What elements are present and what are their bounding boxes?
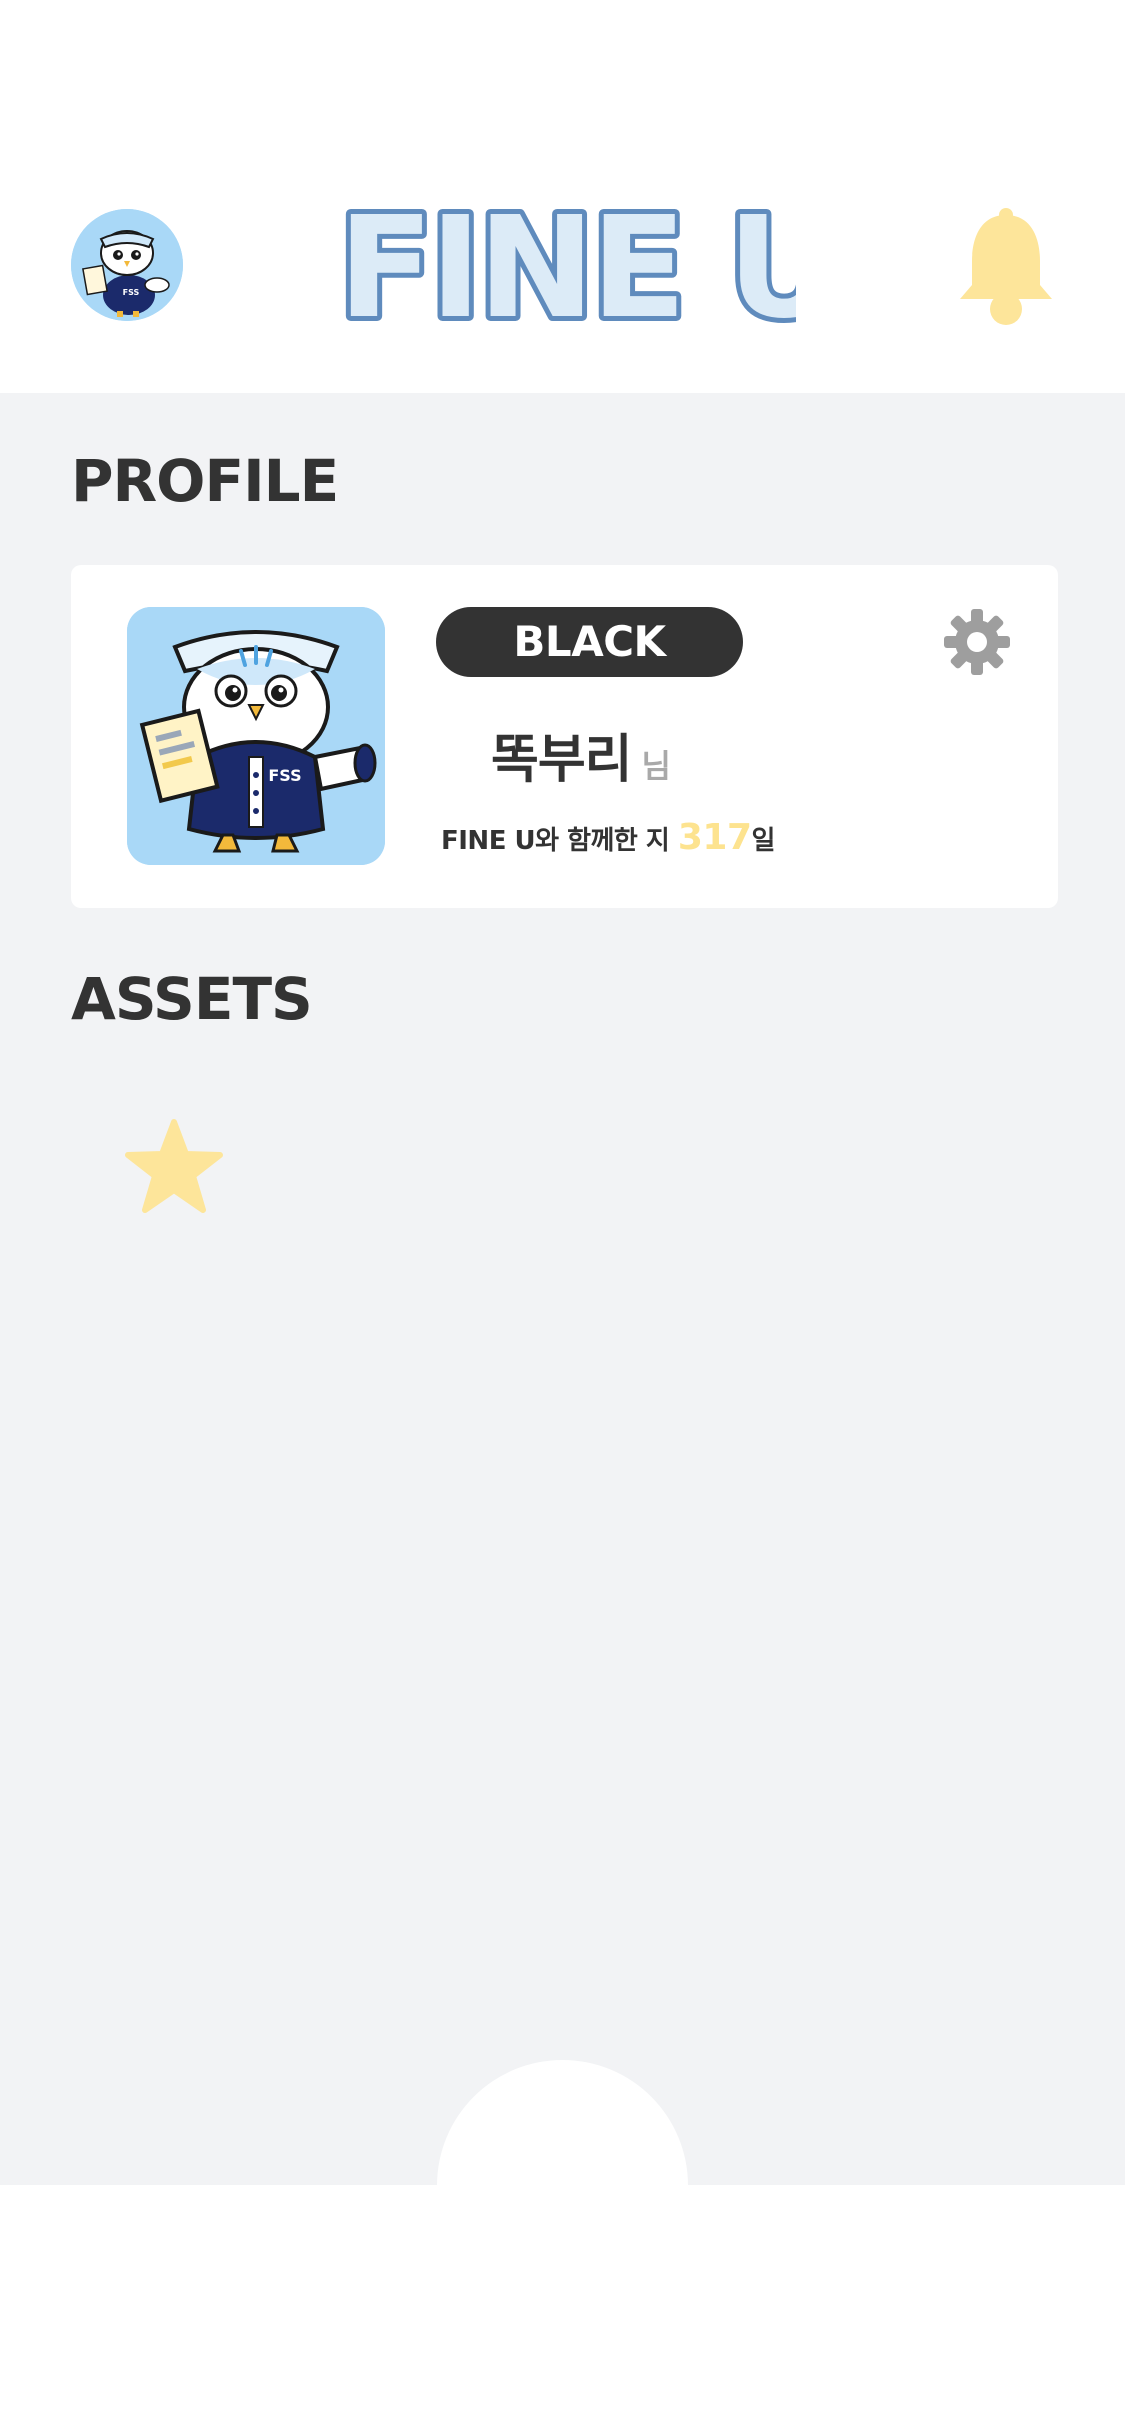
home-bump-button[interactable] (437, 2060, 688, 2311)
days-suffix: 일 (751, 826, 776, 856)
owl-mascot-icon: FSS (127, 607, 385, 865)
profile-card-avatar: FSS (127, 607, 385, 865)
app-header: FSS FINE U (0, 0, 1125, 393)
favorite-star-button[interactable] (124, 1118, 224, 1214)
username-row: 똑부리 님 (491, 717, 671, 790)
app-logo: FINE U (330, 188, 796, 340)
notification-bell-button[interactable] (956, 205, 1056, 327)
profile-section-title: PROFILE (71, 447, 339, 515)
svg-text:FSS: FSS (268, 766, 301, 785)
gear-icon (944, 609, 1010, 675)
bell-icon (960, 208, 1052, 325)
days-prefix: FINE U와 함께한 지 (441, 826, 678, 856)
svg-text:FINE U: FINE U (338, 188, 796, 340)
membership-days: FINE U와 함께한 지 317일 (441, 817, 775, 858)
svg-text:FSS: FSS (123, 288, 140, 297)
settings-button[interactable] (944, 609, 1010, 675)
honorific: 님 (641, 747, 671, 785)
tier-badge: BLACK (436, 607, 743, 677)
profile-avatar-button[interactable]: FSS (71, 209, 183, 321)
days-count: 317 (677, 817, 752, 858)
owl-mascot-icon: FSS (71, 209, 183, 321)
username: 똑부리 (491, 730, 633, 790)
star-icon (125, 1119, 223, 1213)
fine-u-logo: FINE U (333, 188, 796, 340)
assets-section-title: ASSETS (71, 965, 313, 1033)
profile-card: FSS BLACK 똑부리 님 FINE U와 함께한 지 317일 (71, 565, 1058, 908)
